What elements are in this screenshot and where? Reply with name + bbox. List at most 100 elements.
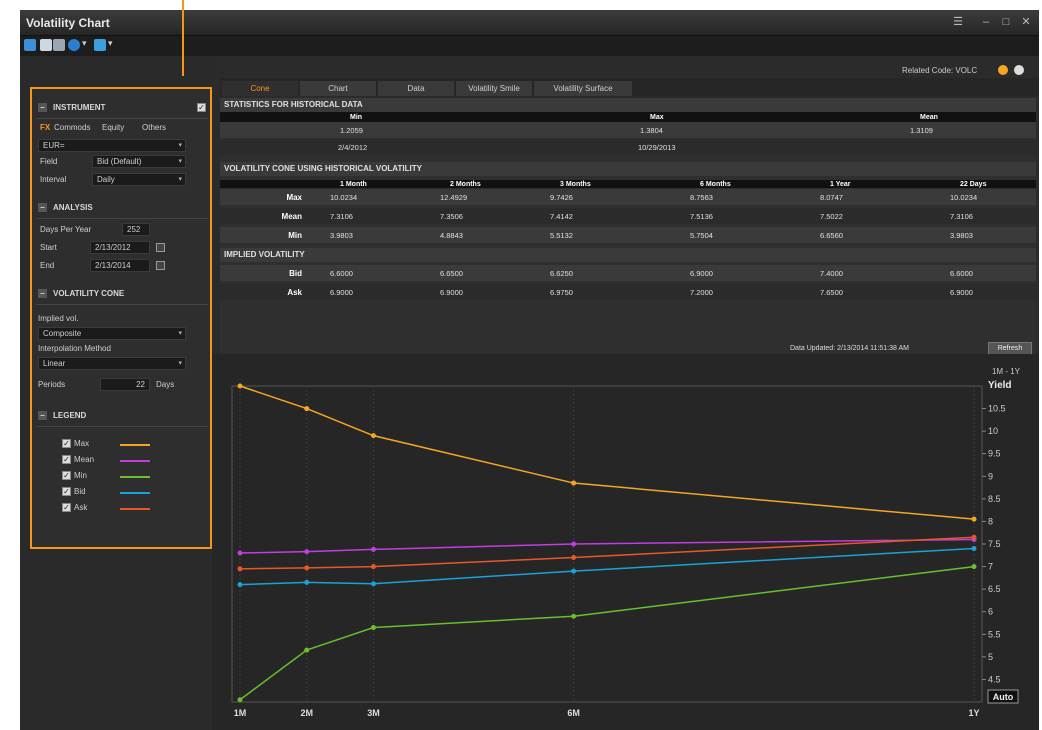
periods-input[interactable]: 22 [100,378,150,391]
back-icon[interactable] [24,39,36,51]
cone-col-22d: 22 Days [960,181,987,188]
y-tick-label: 8.5 [988,494,1001,504]
data-point-ask [304,565,310,571]
divider [36,118,208,119]
legend-checkbox-mean[interactable]: ✓ [62,455,71,464]
chevron-down-icon: ▾ [178,176,182,183]
ric-value: EUR= [43,141,65,150]
legend-checkbox-ask[interactable]: ✓ [62,503,71,512]
data-point-max [971,516,977,522]
save-icon[interactable] [40,39,52,51]
legend-label-mean: Mean [74,455,95,464]
left-panel: – INSTRUMENT ✓ FX Commods Equity Others E… [20,56,213,730]
tab-cone[interactable]: Cone [222,81,298,96]
volatility-cone-section-header[interactable]: – VOLATILITY CONE [38,289,124,303]
implied-cell: 7.6500 [820,288,843,297]
cone-cell: 10.0234 [330,193,358,202]
legend-label-bid: Bid [74,487,86,496]
collapse-icon[interactable]: – [38,203,47,212]
x-tick-label: 3M [367,708,380,718]
implied-vol-value: Composite [43,329,82,338]
calendar-icon[interactable] [156,243,165,252]
start-date-input[interactable]: 2/13/2012 [90,241,150,254]
minimize-icon[interactable]: – [978,14,994,30]
end-label: End [40,261,55,270]
instrument-checkbox[interactable]: ✓ [197,103,206,112]
tab-fx[interactable]: FX [40,123,50,132]
cone-cell: 6.6560 [820,231,843,240]
legend-section-header[interactable]: – LEGEND [38,411,86,425]
y-tick-label: 5 [988,652,993,662]
collapse-icon[interactable]: – [38,411,47,420]
alert-icon[interactable] [998,65,1008,75]
implied-cell: 6.9000 [950,288,973,297]
y-tick-label: 5.5 [988,629,1001,639]
implied-heading: IMPLIED VOLATILITY [220,248,1036,262]
y-tick-label: 8 [988,516,993,526]
tab-equity[interactable]: Equity [102,123,124,132]
legend-checkbox-max[interactable]: ✓ [62,439,71,448]
cone-chart: 1M 2M 3M 6M 1Y 4.5 5 5.5 6 6.5 7 7.5 8 8.5 9 9.5 10 10.5 Y… [212,354,1039,730]
interpolation-value: Linear [43,359,66,368]
field-select[interactable]: Bid (Default) ▾ [92,155,186,168]
days-per-year-label: Days Per Year [40,225,92,234]
cone-col-3m: 3 Months [560,181,591,188]
implied-vol-select[interactable]: Composite ▾ [38,327,186,340]
legend-swatch-mean [120,460,150,462]
data-point-ask [237,566,243,572]
maximize-icon[interactable]: □ [998,14,1014,30]
settings-icon[interactable] [1014,65,1024,75]
instrument-section-header[interactable]: – INSTRUMENT [38,103,105,117]
end-date-input[interactable]: 2/13/2014 [90,259,150,272]
days-per-year-value: 252 [127,225,141,234]
menu-icon[interactable]: ☰ [950,14,966,30]
tab-data[interactable]: Data [378,81,454,96]
link-icon[interactable] [94,39,106,51]
legend-checkbox-min[interactable]: ✓ [62,471,71,480]
calendar-icon[interactable] [156,261,165,270]
start-date-value: 2/13/2012 [95,243,131,252]
collapse-icon[interactable]: – [38,103,47,112]
chevron-down-icon[interactable]: ▾ [82,38,87,49]
chevron-down-icon[interactable]: ▾ [108,38,113,49]
implied-cell: 6.9750 [550,288,573,297]
cone-cell: 4.8843 [440,231,463,240]
tab-commods[interactable]: Commods [54,123,90,132]
print-icon[interactable] [53,39,65,51]
cone-row-label: Max [286,193,302,202]
y-tick-label: 10 [988,426,998,436]
cone-cell: 8.0747 [820,193,843,202]
divider [36,426,208,427]
collapse-icon[interactable]: – [38,289,47,298]
analysis-section-header[interactable]: – ANALYSIS [38,203,93,217]
y-tick-label: 4.5 [988,674,1001,684]
implied-cell: 6.6500 [440,269,463,278]
x-tick-label: 1M [234,708,247,718]
y-tick-label: 6.5 [988,584,1001,594]
cone-cell: 3.9803 [330,231,353,240]
section-title: LEGEND [53,411,87,420]
interval-select[interactable]: Daily ▾ [92,173,186,186]
implied-cell: 7.4000 [820,269,843,278]
interpolation-select[interactable]: Linear ▾ [38,357,186,370]
y-tick-label: 10.5 [988,404,1006,414]
data-point-mean [304,549,310,555]
legend-checkbox-bid[interactable]: ✓ [62,487,71,496]
tab-volatility-surface[interactable]: Volatility Surface [534,81,632,96]
tab-others[interactable]: Others [142,123,166,132]
data-point-max [571,480,577,486]
cone-row-label: Min [288,231,302,240]
tab-chart[interactable]: Chart [300,81,376,96]
globe-icon[interactable] [68,39,80,51]
close-icon[interactable]: ✕ [1018,14,1034,30]
y-tick-label: 7 [988,562,993,572]
data-point-mean [237,550,243,556]
days-per-year-input[interactable]: 252 [122,223,150,236]
cone-col-1m: 1 Month [340,181,367,188]
implied-cell: 6.9000 [330,288,353,297]
y-tick-label: 9.5 [988,449,1001,459]
chevron-down-icon: ▾ [178,330,182,337]
ric-select[interactable]: EUR= ▾ [38,139,186,152]
periods-value: 22 [136,380,145,389]
tab-volatility-smile[interactable]: Volatility Smile [456,81,532,96]
